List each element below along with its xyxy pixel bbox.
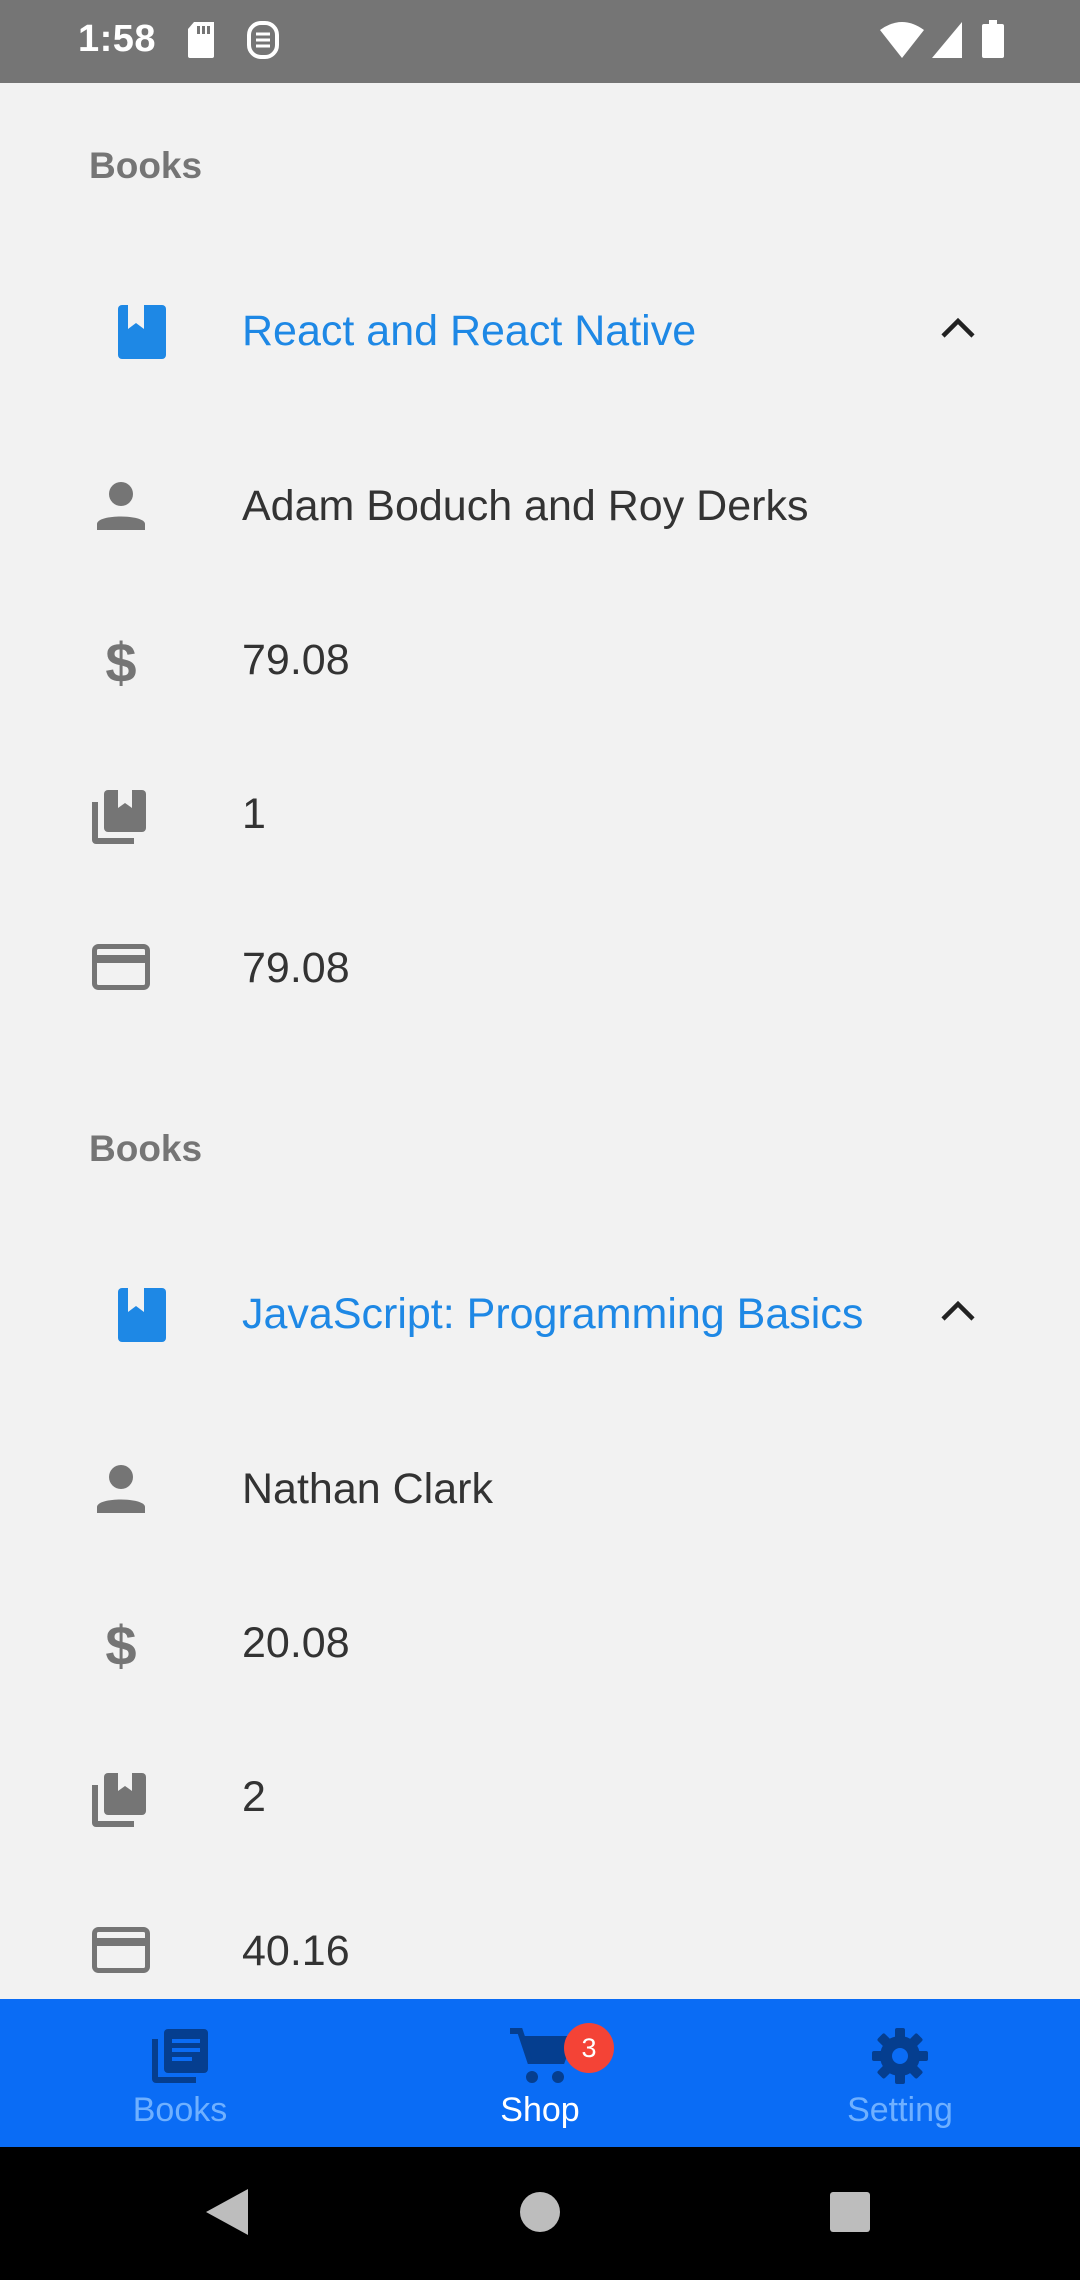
accordion-header-javascript[interactable]: JavaScript: Programming Basics (0, 1254, 1080, 1374)
nav-item-books[interactable]: Books (0, 1999, 360, 2147)
author-text: Adam Boduch and Roy Derks (242, 482, 809, 530)
home-icon[interactable] (518, 2187, 562, 2242)
credit-card-icon (92, 1927, 150, 1978)
svg-text:$: $ (105, 1619, 136, 1671)
nav-label-setting: Setting (847, 2091, 953, 2129)
bottom-navigation: Books 3 Shop Setting (0, 1999, 1080, 2147)
signal-icon (930, 20, 964, 65)
svg-text:$: $ (105, 636, 136, 688)
sd-card-icon (186, 20, 216, 65)
recents-icon[interactable] (828, 2187, 872, 2242)
author-row: Nathan Clark (0, 1429, 1080, 1549)
quantity-text: 2 (242, 1773, 266, 1821)
nav-label-shop: Shop (500, 2091, 580, 2129)
cart-icon (508, 2027, 575, 2090)
person-icon (92, 1465, 150, 1520)
content-list[interactable]: Books React and React Native Adam Boduch… (0, 83, 1080, 1999)
total-row: 40.16 (0, 1891, 1080, 1999)
quantity-row: 1 (0, 754, 1080, 874)
library-books-icon (92, 790, 146, 849)
author-row: Adam Boduch and Roy Derks (0, 446, 1080, 566)
price-row: $ 20.08 (0, 1583, 1080, 1703)
nav-label-books: Books (132, 2091, 228, 2129)
gear-icon (870, 2027, 930, 2090)
total-text: 40.16 (242, 1927, 350, 1975)
quantity-text: 1 (242, 790, 266, 838)
library-books-icon (92, 1773, 146, 1832)
screen: 1:58 Books React and React Native Adam B… (0, 0, 1080, 2280)
chevron-up-icon[interactable] (940, 1298, 976, 1327)
nav-item-shop[interactable]: 3 Shop (360, 1999, 720, 2147)
book-icon (118, 1288, 166, 1347)
wifi-icon (880, 20, 924, 65)
dollar-icon: $ (92, 631, 150, 694)
library-books-icon (150, 2027, 210, 2090)
section-header: Books (89, 145, 203, 186)
credit-card-icon (92, 944, 150, 995)
book-icon (118, 305, 166, 364)
quantity-row: 2 (0, 1737, 1080, 1857)
author-text: Nathan Clark (242, 1465, 493, 1513)
price-row: $ 79.08 (0, 600, 1080, 720)
person-icon (92, 482, 150, 537)
cart-badge: 3 (564, 2023, 614, 2073)
status-bar: 1:58 (0, 0, 1080, 83)
battery-icon (982, 20, 1004, 65)
accordion-header-react[interactable]: React and React Native (0, 271, 1080, 391)
section-header: Books (89, 1128, 203, 1169)
system-navigation-bar (0, 2147, 1080, 2280)
dollar-icon: $ (92, 1614, 150, 1677)
nav-item-setting[interactable]: Setting (720, 1999, 1080, 2147)
accessibility-icon (246, 20, 280, 65)
price-text: 79.08 (242, 636, 350, 684)
total-text: 79.08 (242, 944, 350, 992)
price-text: 20.08 (242, 1619, 350, 1667)
status-time: 1:58 (78, 18, 157, 60)
chevron-up-icon[interactable] (940, 315, 976, 344)
back-icon[interactable] (204, 2187, 250, 2242)
total-row: 79.08 (0, 908, 1080, 1028)
book-title: React and React Native (242, 307, 697, 355)
book-title: JavaScript: Programming Basics (242, 1290, 864, 1338)
